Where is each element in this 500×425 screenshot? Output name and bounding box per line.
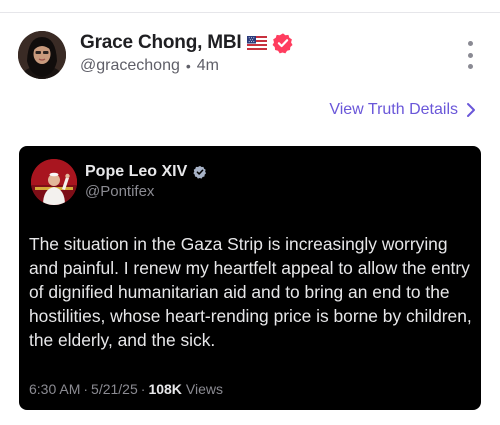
embedded-post-card[interactable]: Pope Leo XIV @Pontifex The situation in … [19, 146, 481, 410]
post-age: 4m [196, 57, 219, 74]
view-truth-details-label: View Truth Details [329, 101, 458, 118]
chevron-right-icon [466, 102, 476, 118]
author-block: Grace Chong, MBI @gracechong • 4m [80, 31, 294, 75]
embedded-post-time: 6:30 AM [29, 381, 81, 397]
post-header: Grace Chong, MBI @gracechong • 4m [18, 31, 482, 79]
author-name[interactable]: Grace Chong, MBI [80, 32, 242, 54]
embedded-author-handle[interactable]: @Pontifex [85, 183, 207, 200]
embedded-author-row: Pope Leo XIV [85, 162, 207, 182]
embedded-post-footer: 6:30 AM · 5/21/25 · 108K Views [29, 381, 223, 397]
embedded-verified-badge-icon [193, 165, 207, 179]
embedded-post-date: 5/21/25 [91, 381, 138, 397]
more-options-button[interactable] [464, 41, 476, 69]
verified-badge-icon [272, 32, 294, 54]
meta-row: @gracechong • 4m [80, 57, 294, 75]
embedded-post-text: The situation in the Gaza Strip is incre… [29, 234, 472, 350]
embedded-author-name[interactable]: Pope Leo XIV [85, 163, 187, 181]
meta-separator: • [185, 58, 191, 74]
author-handle[interactable]: @gracechong [80, 57, 180, 75]
embedded-author-avatar[interactable] [31, 159, 77, 205]
view-truth-details-link[interactable]: View Truth Details [329, 101, 476, 119]
embedded-views-label: Views [185, 381, 223, 397]
footer-separator: · [140, 381, 146, 397]
footer-separator: · [83, 381, 89, 397]
us-flag-icon [247, 36, 268, 50]
embedded-views-count: 108K [148, 381, 182, 397]
top-divider [0, 12, 500, 13]
more-vertical-icon-dot [467, 41, 473, 46]
embedded-author-block: Pope Leo XIV @Pontifex [85, 162, 207, 200]
author-row: Grace Chong, MBI [80, 31, 294, 55]
more-vertical-icon-dot [467, 52, 473, 58]
author-avatar[interactable] [18, 31, 66, 79]
more-vertical-icon-dot [467, 64, 473, 69]
